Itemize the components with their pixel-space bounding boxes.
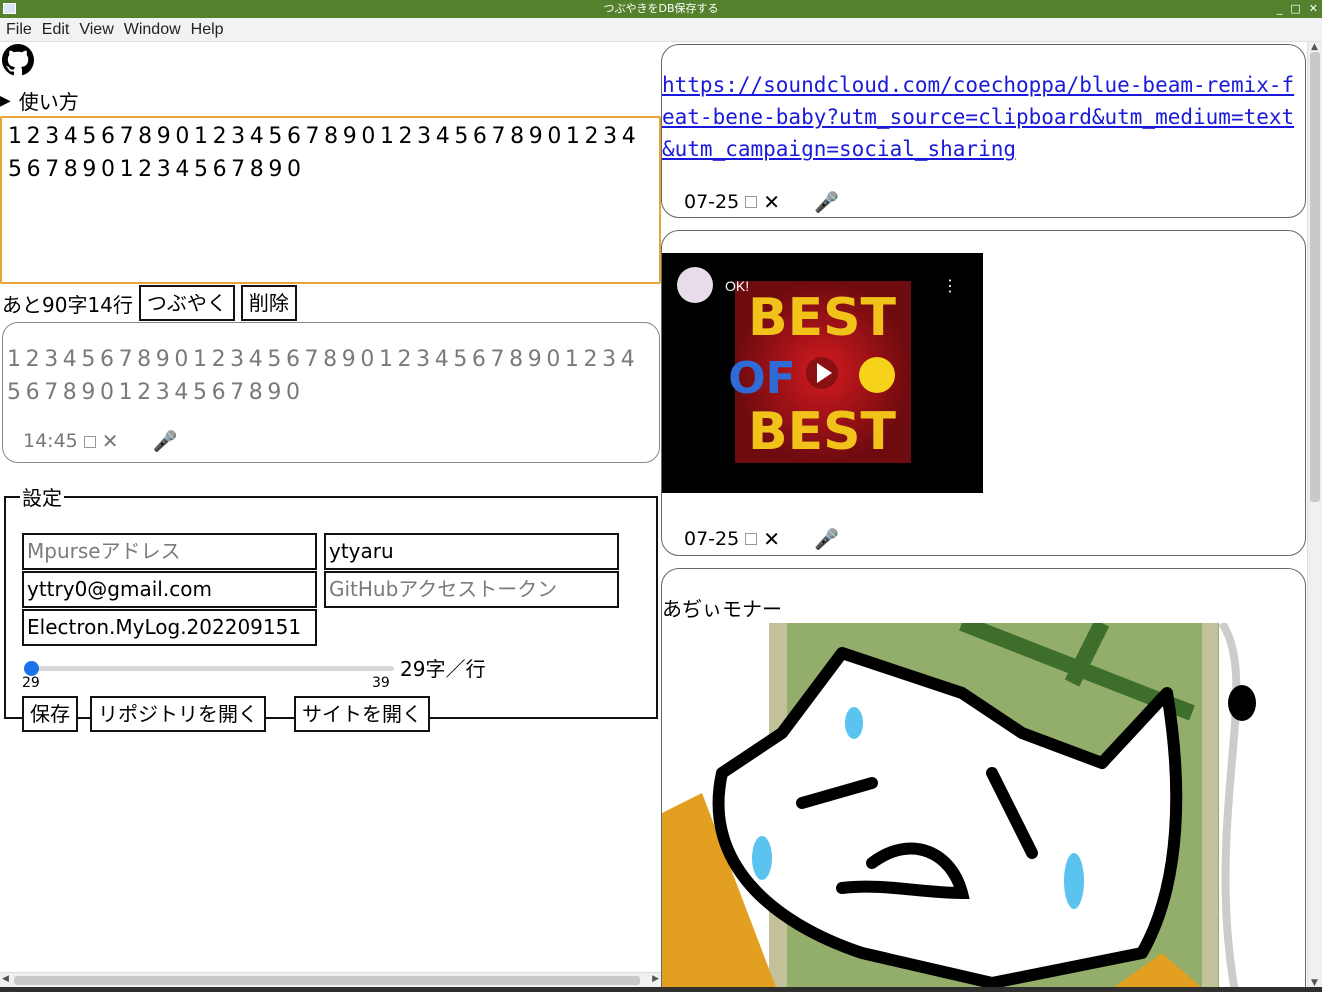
repository-input[interactable]: Electron.MyLog.202209151 xyxy=(22,609,317,646)
tweet-button[interactable]: つぶやく xyxy=(138,285,235,321)
settings-group: 設定 Mpurseアドレス ytyaru yttry0@gmail.com Gi… xyxy=(4,482,658,732)
post-date: 07-25 xyxy=(684,528,740,550)
scroll-right-icon[interactable]: ▶ xyxy=(652,974,659,984)
window-bottom-edge xyxy=(0,987,1322,992)
disclosure-triangle-icon: ▶ xyxy=(0,92,11,109)
email-input[interactable]: yttry0@gmail.com xyxy=(22,571,317,608)
checkbox-icon[interactable] xyxy=(745,533,758,545)
open-site-button[interactable]: サイトを開く xyxy=(294,696,430,732)
post-meta: 07-25 ✕ 🎤 xyxy=(684,190,839,214)
preview-card: 1234567890123456789012345678901234567890… xyxy=(2,322,660,463)
remaining-count: あと90字14行 xyxy=(2,292,133,317)
horizontal-scrollbar[interactable]: ◀ ▶ xyxy=(0,972,661,987)
howto-summary[interactable]: ▶ 使い方 xyxy=(0,86,79,115)
github-icon[interactable] xyxy=(2,44,34,76)
microphone-icon[interactable]: 🎤 xyxy=(814,190,839,214)
pikachu-icon xyxy=(859,357,895,393)
hscroll-thumb[interactable] xyxy=(14,976,640,985)
more-options-icon[interactable]: ⋮ xyxy=(942,278,958,295)
video-title: OK! xyxy=(725,278,749,294)
close-window-icon[interactable]: ✕ xyxy=(1309,0,1318,18)
username-input[interactable]: ytyaru xyxy=(324,533,619,570)
left-pane: ▶ 使い方 1234567890123456789012345678901234… xyxy=(0,42,661,972)
menu-edit[interactable]: Edit xyxy=(42,18,76,41)
settings-legend: 設定 xyxy=(22,486,62,510)
menu-view[interactable]: View xyxy=(79,18,119,41)
tweet-textarea[interactable]: 1234567890123456789012345678901234567890… xyxy=(0,116,661,284)
post-caption: あぢぃモナー xyxy=(662,597,782,621)
slider-value-label: 29字／行 xyxy=(400,657,486,681)
howto-label: 使い方 xyxy=(18,90,79,114)
preview-text: 1234567890123456789012345678901234567890… xyxy=(7,347,640,405)
thumb-text-best: BEST xyxy=(748,288,897,348)
mpurse-address-input[interactable]: Mpurseアドレス xyxy=(22,533,317,570)
microphone-icon[interactable]: 🎤 xyxy=(153,425,178,458)
post-card-link: https://soundcloud.com/coechoppa/blue-be… xyxy=(661,44,1306,218)
youtube-player[interactable]: BEST OF BEST OK! ⋮ xyxy=(662,253,983,493)
slider-max-label: 39 xyxy=(372,675,390,691)
checkbox-icon[interactable] xyxy=(83,435,96,448)
post-date: 07-25 xyxy=(684,191,740,213)
slider-min-label: 29 xyxy=(22,675,40,691)
vscroll-thumb[interactable] xyxy=(1310,52,1320,502)
checkbox-icon[interactable] xyxy=(745,196,758,208)
timeline-pane: https://soundcloud.com/coechoppa/blue-be… xyxy=(661,42,1307,988)
thumb-text-of: OF xyxy=(728,353,795,404)
github-token-input[interactable]: GitHubアクセストークン xyxy=(324,571,619,608)
post-card-youtube: BEST OF BEST OK! ⋮ 07-25 ✕ 🎤 xyxy=(661,230,1306,556)
delete-button[interactable]: 削除 xyxy=(240,285,297,321)
window-title: つぶやきをDB保存する xyxy=(603,2,719,15)
post-card-image: あぢぃモナー xyxy=(661,568,1306,988)
tweet-actions: あと90字14行 つぶやく 削除 xyxy=(2,285,297,321)
minimize-icon[interactable]: _ xyxy=(1277,0,1283,18)
close-icon[interactable]: ✕ xyxy=(102,425,119,458)
window-titlebar: つぶやきをDB保存する _ □ ✕ xyxy=(0,0,1322,18)
scroll-up-icon[interactable]: ▲ xyxy=(1311,42,1318,52)
maximize-icon[interactable]: □ xyxy=(1290,0,1300,18)
menu-window[interactable]: Window xyxy=(124,18,187,41)
menu-help[interactable]: Help xyxy=(191,18,230,41)
preview-time: 14:45 xyxy=(23,430,78,452)
vertical-scrollbar[interactable]: ▲ ▼ xyxy=(1307,42,1322,988)
mona-drawing-image xyxy=(662,623,1256,988)
close-icon[interactable]: ✕ xyxy=(763,190,780,214)
slider-handle[interactable] xyxy=(24,661,39,676)
microphone-icon[interactable]: 🎤 xyxy=(814,527,839,551)
channel-avatar[interactable] xyxy=(677,267,713,303)
menu-bar: File Edit View Window Help xyxy=(0,18,1322,42)
save-button[interactable]: 保存 xyxy=(22,696,78,732)
post-link[interactable]: https://soundcloud.com/coechoppa/blue-be… xyxy=(662,45,1305,165)
menu-file[interactable]: File xyxy=(6,18,38,41)
chars-per-line-slider[interactable] xyxy=(26,666,394,671)
app-icon xyxy=(3,3,16,14)
thumb-text-best-2: BEST xyxy=(748,402,897,462)
open-repo-button[interactable]: リポジトリを開く xyxy=(90,696,266,732)
post-meta: 07-25 ✕ 🎤 xyxy=(684,527,839,551)
scroll-left-icon[interactable]: ◀ xyxy=(2,974,9,984)
preview-meta: 14:45 ✕ 🎤 xyxy=(23,425,177,458)
close-icon[interactable]: ✕ xyxy=(763,527,780,551)
